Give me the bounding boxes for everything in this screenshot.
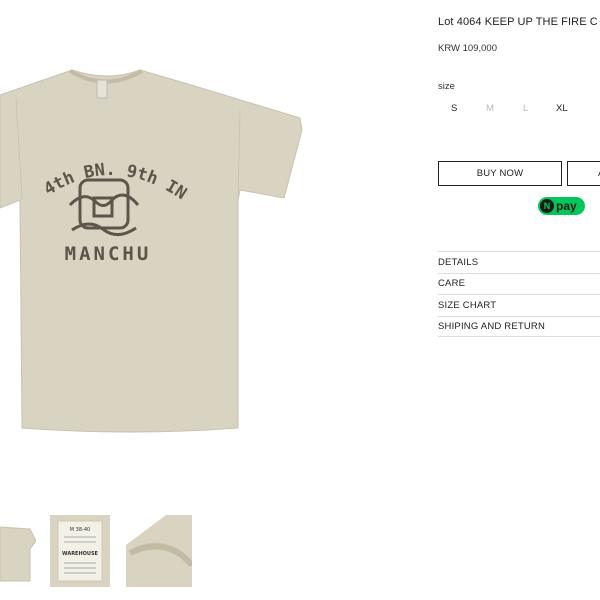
add-to-cart-button[interactable]: A bbox=[567, 161, 600, 186]
product-info-panel: Lot 4064 KEEP UP THE FIRE C KRW 109,000 … bbox=[438, 0, 600, 600]
npay-label: pay bbox=[556, 199, 577, 213]
size-option-m[interactable]: M bbox=[486, 103, 494, 114]
shirt-name-text: MANCHU bbox=[65, 243, 152, 265]
accordion-details[interactable]: DETAILS bbox=[438, 251, 600, 273]
buy-now-button[interactable]: BUY NOW bbox=[438, 161, 562, 186]
size-option-l[interactable]: L bbox=[523, 103, 528, 114]
neck-label bbox=[96, 79, 108, 99]
accordion-shipping-return[interactable]: SHIPING AND RETURN bbox=[438, 315, 600, 337]
accordion-size-chart[interactable]: SIZE CHART bbox=[438, 294, 600, 316]
npay-button[interactable]: N pay bbox=[538, 197, 585, 215]
product-accordion: DETAILS CARE SIZE CHART SHIPING AND RETU… bbox=[438, 251, 600, 337]
size-options: S M L XL bbox=[438, 103, 600, 117]
accordion-care[interactable]: CARE bbox=[438, 272, 600, 295]
product-price: KRW 109,000 bbox=[438, 43, 497, 54]
npay-n-icon: N bbox=[540, 199, 554, 213]
svg-text:WAREHOUSE: WAREHOUSE bbox=[62, 551, 99, 557]
thumbnail-front[interactable] bbox=[0, 515, 36, 587]
size-option-s[interactable]: S bbox=[451, 103, 457, 114]
product-title: Lot 4064 KEEP UP THE FIRE C bbox=[438, 16, 598, 28]
size-label: size bbox=[438, 81, 455, 92]
thumbnail-collar[interactable] bbox=[126, 515, 192, 587]
size-option-xl[interactable]: XL bbox=[556, 103, 568, 114]
thumbnail-label[interactable]: M 38-40 WAREHOUSE bbox=[50, 515, 110, 587]
svg-text:M 38-40: M 38-40 bbox=[70, 527, 90, 533]
main-product-image: 4th BN. 9th INF MANCHU bbox=[0, 25, 330, 440]
